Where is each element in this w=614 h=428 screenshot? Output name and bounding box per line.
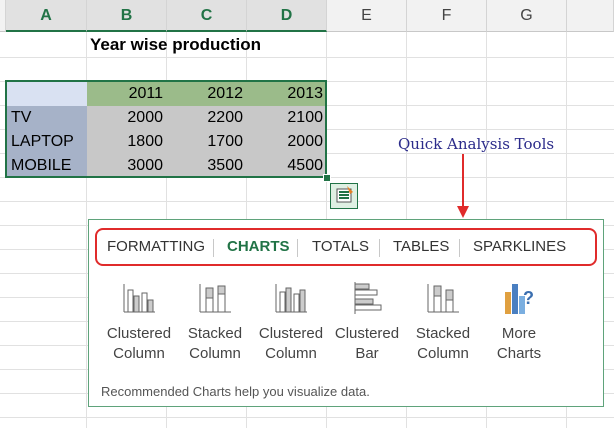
gridline bbox=[0, 417, 614, 418]
chart-option-more-charts[interactable]: ? More Charts bbox=[483, 280, 555, 370]
column-header-g[interactable]: G bbox=[487, 0, 567, 32]
gridline bbox=[0, 201, 614, 202]
tab-tables[interactable]: TABLES bbox=[393, 230, 449, 264]
column-header-h[interactable] bbox=[567, 0, 614, 32]
chart-option-clustered-column-2[interactable]: Clustered Column bbox=[255, 280, 327, 370]
tab-formatting[interactable]: FORMATTING bbox=[107, 230, 205, 264]
stacked-column-icon bbox=[427, 284, 459, 313]
more-charts-icon: ? bbox=[505, 284, 534, 314]
clustered-column-icon bbox=[275, 284, 307, 313]
panel-footer-text: Recommended Charts help you visualize da… bbox=[101, 384, 370, 399]
fill-handle[interactable] bbox=[323, 174, 331, 182]
column-header-e[interactable]: E bbox=[327, 0, 407, 32]
chart-option-clustered-column[interactable]: Clustered Column bbox=[103, 280, 175, 370]
quick-analysis-panel: FORMATTING CHARTS TOTALS TABLES SPARKLIN… bbox=[88, 219, 604, 407]
sheet-title[interactable]: Year wise production bbox=[90, 34, 261, 56]
chart-option-label: Clustered Column bbox=[258, 325, 324, 362]
quick-analysis-callout: Quick Analysis Tools bbox=[398, 135, 555, 153]
chart-option-clustered-bar[interactable]: Clustered Bar bbox=[331, 280, 403, 370]
gridline bbox=[0, 57, 614, 58]
chart-option-label: Stacked Column bbox=[415, 325, 471, 362]
tab-divider bbox=[297, 239, 298, 257]
tab-divider bbox=[459, 239, 460, 257]
selection-border bbox=[5, 80, 327, 178]
clustered-column-icon bbox=[123, 284, 155, 313]
chart-option-label: Clustered Bar bbox=[334, 325, 400, 362]
arrow-down-icon bbox=[457, 154, 469, 218]
chart-option-stacked-column-2[interactable]: Stacked Column bbox=[407, 280, 479, 370]
tab-sparklines[interactable]: SPARKLINES bbox=[473, 230, 566, 264]
tab-divider bbox=[213, 239, 214, 257]
tab-charts[interactable]: CHARTS bbox=[227, 230, 290, 264]
column-header-c[interactable]: C bbox=[167, 0, 247, 32]
svg-text:?: ? bbox=[523, 288, 534, 308]
column-header-f[interactable]: F bbox=[407, 0, 487, 32]
column-header-d[interactable]: D bbox=[247, 0, 327, 32]
chart-option-label: Clustered Column bbox=[106, 325, 172, 362]
stacked-column-icon bbox=[199, 284, 231, 313]
column-header-b[interactable]: B bbox=[87, 0, 167, 32]
column-header-a[interactable]: A bbox=[6, 0, 87, 32]
chart-option-label: Stacked Column bbox=[187, 325, 243, 362]
chart-option-label: More Charts bbox=[496, 325, 542, 362]
tab-totals[interactable]: TOTALS bbox=[312, 230, 369, 264]
quick-analysis-button[interactable] bbox=[330, 183, 358, 209]
chart-option-stacked-column[interactable]: Stacked Column bbox=[179, 280, 251, 370]
tab-divider bbox=[379, 239, 380, 257]
clustered-bar-icon bbox=[354, 282, 382, 314]
quick-analysis-icon bbox=[336, 186, 353, 203]
tab-bar: FORMATTING CHARTS TOTALS TABLES SPARKLIN… bbox=[95, 228, 597, 266]
